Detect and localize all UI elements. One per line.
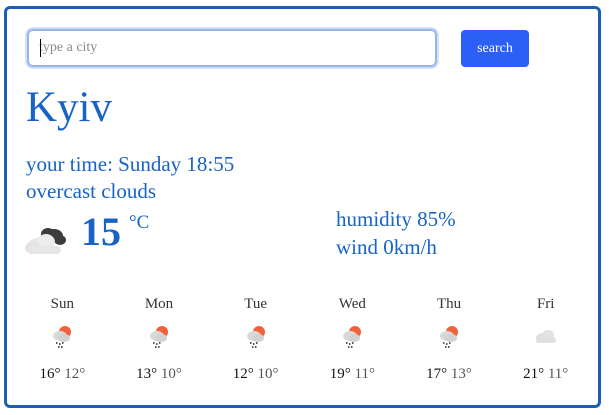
humidity-value: humidity 85% — [336, 207, 456, 231]
forecast-day-name: Sun — [50, 296, 74, 312]
cloud-icon — [535, 330, 556, 343]
city-name: Kyiv — [26, 84, 112, 131]
rain-icon — [246, 326, 265, 348]
forecast-temps: 13° 10° — [111, 366, 208, 383]
forecast-max: 16° — [39, 366, 61, 382]
forecast-day: Thu 17° 13° — [401, 296, 498, 383]
forecast-max: 13° — [136, 366, 158, 382]
forecast-row: Sun 16° 12° Mon 13° 10° Tue 12° 10° Wed — [14, 296, 594, 383]
forecast-temps: 16° 12° — [14, 366, 111, 383]
overcast-clouds-icon — [25, 228, 66, 254]
rain-icon — [343, 326, 362, 348]
forecast-temps: 21° 11° — [497, 366, 594, 383]
forecast-max: 17° — [426, 366, 448, 382]
forecast-day: Sun 16° 12° — [14, 296, 111, 383]
rain-icon — [440, 326, 459, 348]
forecast-temps: 19° 11° — [304, 366, 401, 383]
local-time: your time: Sunday 18:55 — [26, 152, 235, 176]
forecast-max: 19° — [329, 366, 351, 382]
city-search-input[interactable] — [27, 29, 437, 67]
forecast-max: 21° — [523, 366, 545, 382]
forecast-temps: 12° 10° — [207, 366, 304, 383]
rain-icon — [150, 326, 168, 348]
forecast-day-name: Wed — [338, 296, 366, 312]
forecast-day: Wed 19° 11° — [304, 296, 401, 383]
forecast-min: 10° — [160, 366, 182, 382]
forecast-min: 11° — [547, 366, 569, 382]
forecast-day-name: Tue — [244, 296, 268, 312]
forecast-min: 11° — [354, 366, 375, 382]
forecast-day-name: Mon — [144, 296, 174, 312]
forecast-day: Mon 13° 10° — [111, 296, 208, 383]
forecast-min: 12° — [64, 366, 86, 382]
forecast-min: 10° — [257, 366, 279, 382]
search-button[interactable]: search — [461, 30, 529, 67]
rain-icon — [53, 326, 72, 348]
forecast-day-name: Thu — [436, 296, 462, 312]
forecast-max: 12° — [232, 366, 254, 382]
forecast-temps: 17° 13° — [401, 366, 498, 383]
forecast-day-name: Fri — [536, 296, 555, 312]
forecast-day: Fri 21° 11° — [497, 296, 594, 383]
text-caret — [40, 39, 41, 57]
temperature-unit[interactable]: °C — [129, 212, 149, 234]
weather-description: overcast clouds — [26, 179, 157, 203]
forecast-day: Tue 12° 10° — [207, 296, 304, 383]
current-temperature: 15 — [81, 209, 121, 254]
wind-value: wind 0km/h — [336, 235, 437, 259]
forecast-min: 13° — [450, 366, 472, 382]
